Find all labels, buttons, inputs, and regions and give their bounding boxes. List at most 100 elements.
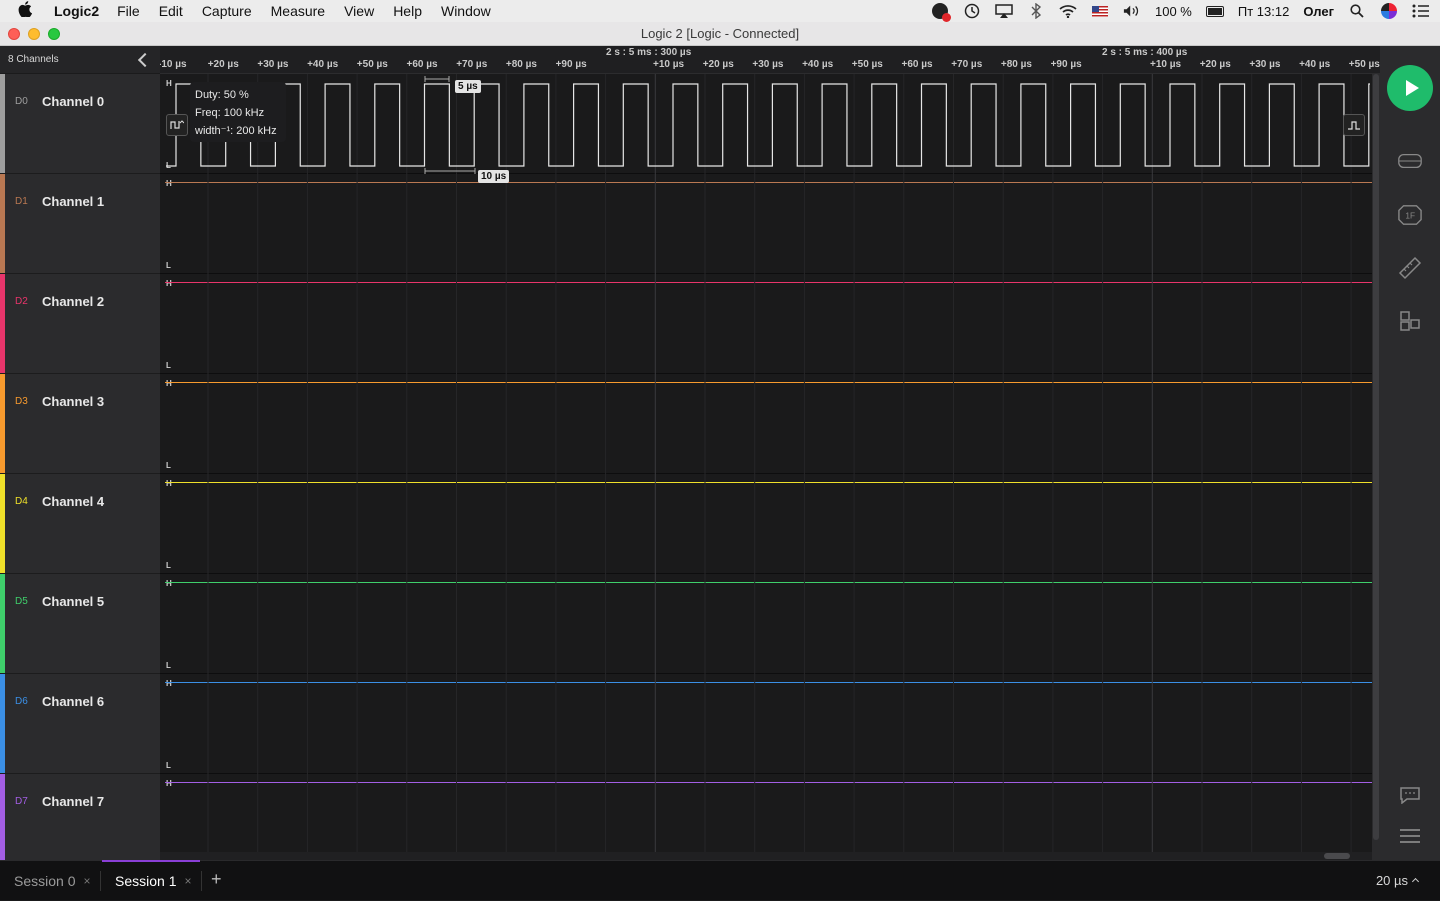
add-session-button[interactable]: + xyxy=(211,869,222,890)
waveform-view[interactable]: -10 µs +20 µs +30 µs +40 µs +50 µs +60 µs +70 … xyxy=(160,46,1380,860)
channel-name[interactable]: Channel 4 xyxy=(42,494,104,509)
time-tick-label: -10 µs xyxy=(160,59,187,70)
time-tick-label: +50 µs xyxy=(356,59,388,70)
main-menu-button[interactable] xyxy=(1398,824,1422,848)
time-tick-label: +70 µs xyxy=(951,59,983,70)
channel-color-strip xyxy=(0,174,5,273)
period-marker xyxy=(424,168,476,174)
device-settings-button[interactable] xyxy=(1398,149,1422,173)
window-close-button[interactable] xyxy=(8,28,20,40)
siri-icon[interactable] xyxy=(1380,3,1398,19)
session-tab-1[interactable]: Session 1 × xyxy=(115,861,192,901)
channel-row-7[interactable]: D7 Channel 7 xyxy=(0,774,160,874)
menu-capture[interactable]: Capture xyxy=(202,3,252,19)
channel-row-0[interactable]: D0 Channel 0 xyxy=(0,74,160,174)
battery-percent[interactable]: 100 % xyxy=(1155,4,1192,19)
channel-name[interactable]: Channel 1 xyxy=(42,194,104,209)
caret-up-icon xyxy=(1411,877,1420,886)
window-zoom-button[interactable] xyxy=(48,28,60,40)
menu-view[interactable]: View xyxy=(344,3,374,19)
vertical-scrollbar[interactable] xyxy=(1372,74,1380,860)
period-tag: 10 µs xyxy=(478,170,510,183)
channel-0-waveform[interactable] xyxy=(160,74,1372,174)
pulse-width-tag: 5 µs xyxy=(455,80,481,93)
channel-color-strip xyxy=(0,674,5,773)
channel-name[interactable]: Channel 2 xyxy=(42,294,104,309)
input-source-flag-icon[interactable] xyxy=(1091,3,1109,19)
channel-row-3[interactable]: D3 Channel 3 xyxy=(0,374,160,474)
channel-id: D0 xyxy=(15,96,28,107)
volume-icon[interactable] xyxy=(1123,3,1141,19)
time-tick-label: +60 µs xyxy=(901,59,933,70)
channel-row-5[interactable]: D5 Channel 5 xyxy=(0,574,160,674)
horizontal-scrollbar[interactable] xyxy=(160,852,1372,860)
menu-window[interactable]: Window xyxy=(441,3,491,19)
menu-file[interactable]: File xyxy=(117,3,140,19)
svg-text:1F: 1F xyxy=(1405,211,1415,221)
window-minimize-button[interactable] xyxy=(28,28,40,40)
vertical-scroll-thumb[interactable] xyxy=(1373,74,1379,840)
channel-id: D1 xyxy=(15,196,28,207)
time-tick-label: +40 µs xyxy=(802,59,834,70)
duty-readout: Duty: 50 % xyxy=(195,89,249,101)
collapse-sidebar-chevron-icon[interactable] xyxy=(137,52,153,67)
channel-name[interactable]: Channel 6 xyxy=(42,694,104,709)
channel-id: D6 xyxy=(15,696,28,707)
time-machine-icon[interactable] xyxy=(963,3,981,19)
prev-edge-button[interactable] xyxy=(166,114,188,136)
measure-icon xyxy=(1398,256,1422,280)
channel-row-6[interactable]: D6 Channel 6 xyxy=(0,674,160,774)
width-inverse-readout: width⁻¹: 200 kHz xyxy=(195,125,277,137)
time-gridlines xyxy=(207,74,1352,860)
session-tab-label: Session 1 xyxy=(115,873,177,889)
clock[interactable]: Пт 13:12 xyxy=(1238,4,1289,19)
extensions-button[interactable] xyxy=(1398,309,1422,333)
spotlight-search-icon[interactable] xyxy=(1348,3,1366,19)
wifi-icon[interactable] xyxy=(1059,3,1077,19)
time-tick-label: +60 µs xyxy=(406,59,438,70)
time-tick-label: +10 µs xyxy=(653,59,685,70)
measurements-button[interactable] xyxy=(1398,256,1422,280)
next-edge-button[interactable] xyxy=(1343,114,1365,136)
frequency-readout: Freq: 100 kHz xyxy=(195,107,265,119)
time-ruler[interactable]: -10 µs +20 µs +30 µs +40 µs +50 µs +60 µs +70 … xyxy=(160,46,1380,74)
channel-color-strip xyxy=(0,274,5,373)
channel-row-4[interactable]: D4 Channel 4 xyxy=(0,474,160,574)
horizontal-scroll-thumb[interactable] xyxy=(1324,853,1350,859)
channel-id: D5 xyxy=(15,596,28,607)
time-tick-label: +40 µs xyxy=(1299,59,1331,70)
measurement-tooltip: Duty: 50 % Freq: 100 kHz width⁻¹: 200 kH… xyxy=(190,82,286,142)
notification-center-icon[interactable] xyxy=(1412,3,1430,19)
square-wave-trace xyxy=(166,83,1370,167)
channel-name[interactable]: Channel 5 xyxy=(42,594,104,609)
notification-app-icon[interactable] xyxy=(931,3,951,22)
channel-row-1[interactable]: D1 Channel 1 xyxy=(0,174,160,274)
user-name[interactable]: Олег xyxy=(1303,4,1334,19)
analyzers-button[interactable]: 1F xyxy=(1398,203,1422,227)
channel-id: D2 xyxy=(15,296,28,307)
feedback-icon xyxy=(1400,787,1420,804)
zoom-level-selector[interactable]: 20 µs xyxy=(1376,873,1420,888)
apple-icon[interactable] xyxy=(18,1,38,21)
start-capture-button[interactable] xyxy=(1387,65,1433,111)
channel-row-2[interactable]: D2 Channel 2 xyxy=(0,274,160,374)
channel-name[interactable]: Channel 0 xyxy=(42,94,104,109)
session-tab-0[interactable]: Session 0 × xyxy=(14,861,91,901)
app-menu[interactable]: Logic2 xyxy=(54,3,99,19)
menu-edit[interactable]: Edit xyxy=(159,3,183,19)
bluetooth-icon[interactable] xyxy=(1027,3,1045,19)
close-session-icon[interactable]: × xyxy=(83,874,90,888)
menu-help[interactable]: Help xyxy=(393,3,422,19)
time-tick-label: +90 µs xyxy=(555,59,587,70)
battery-icon[interactable] xyxy=(1205,3,1224,19)
airplay-icon[interactable] xyxy=(995,3,1013,19)
channel-color-strip xyxy=(0,574,5,673)
window-titlebar: Logic 2 [Logic - Connected] xyxy=(0,22,1440,46)
channel-name[interactable]: Channel 3 xyxy=(42,394,104,409)
time-anchor-label: 2 s : 5 ms : 400 µs xyxy=(1102,47,1188,58)
close-session-icon[interactable]: × xyxy=(184,874,191,888)
menu-measure[interactable]: Measure xyxy=(271,3,325,19)
window-title: Logic 2 [Logic - Connected] xyxy=(640,26,800,41)
channel-name[interactable]: Channel 7 xyxy=(42,794,104,809)
feedback-button[interactable] xyxy=(1398,783,1422,807)
